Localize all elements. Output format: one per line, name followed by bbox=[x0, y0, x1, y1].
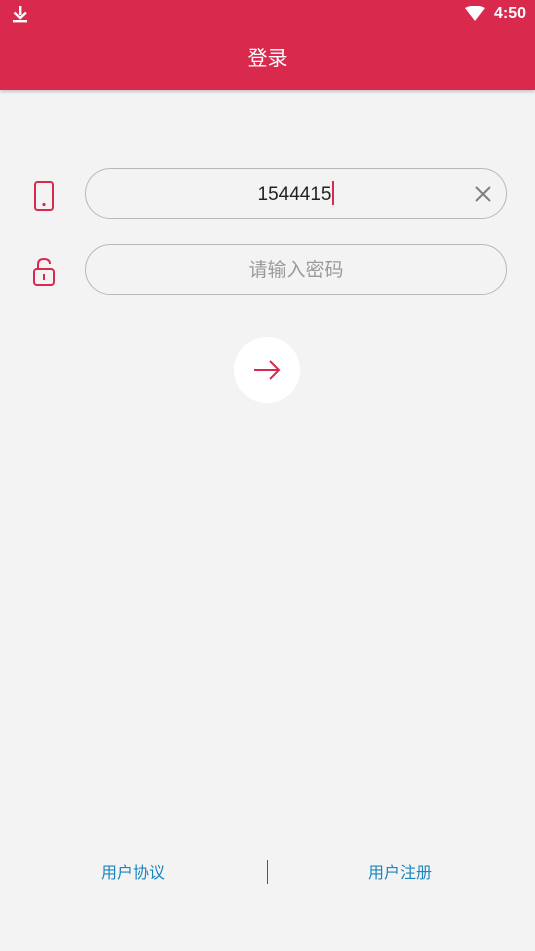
phone-field[interactable]: 1544415 bbox=[85, 168, 507, 219]
password-field[interactable]: 请输入密码 bbox=[85, 244, 507, 295]
arrow-right-icon bbox=[254, 360, 281, 380]
download-icon bbox=[13, 6, 27, 23]
close-icon[interactable] bbox=[474, 185, 492, 203]
status-bar: 4:50 bbox=[0, 0, 535, 30]
phone-icon bbox=[34, 181, 54, 211]
phone-value: 1544415 bbox=[257, 184, 332, 205]
app-header: 4:50 登录 bbox=[0, 0, 535, 90]
text-caret bbox=[332, 180, 335, 205]
user-register-link[interactable]: 用户注册 bbox=[368, 862, 432, 884]
status-time: 4:50 bbox=[494, 5, 527, 22]
password-input[interactable]: 请输入密码 bbox=[86, 245, 506, 294]
password-placeholder: 请输入密码 bbox=[248, 259, 344, 281]
page-title: 登录 bbox=[247, 46, 288, 70]
wifi-icon bbox=[465, 6, 485, 21]
login-submit-button[interactable] bbox=[234, 337, 300, 403]
unlock-icon bbox=[33, 257, 55, 286]
phone-input[interactable]: 1544415 bbox=[86, 169, 506, 218]
user-agreement-link[interactable]: 用户协议 bbox=[101, 862, 165, 884]
footer-divider bbox=[267, 860, 268, 884]
